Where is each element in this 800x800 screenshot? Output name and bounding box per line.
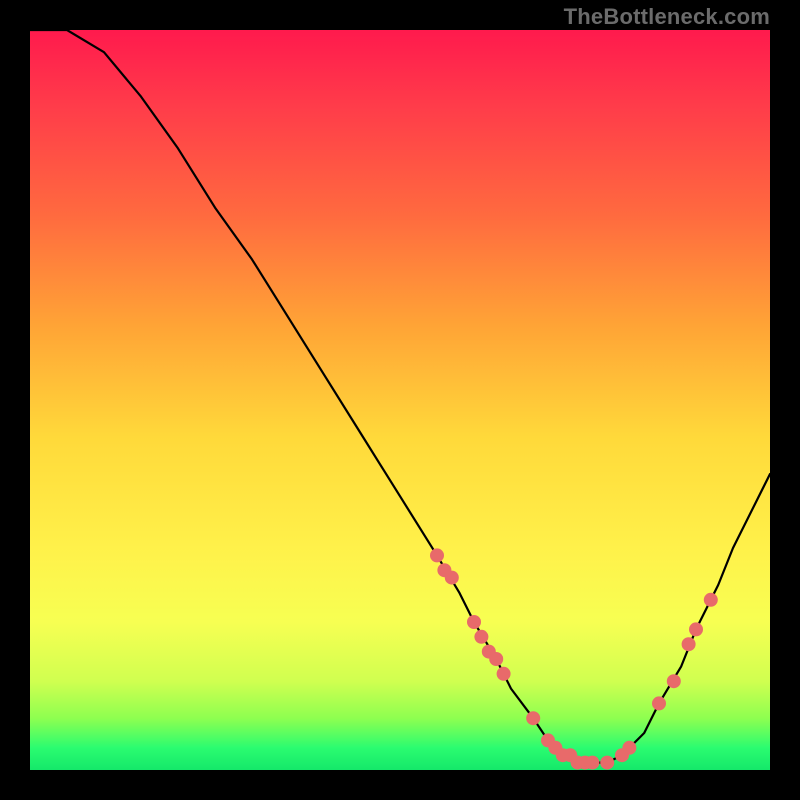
curve-marker [526,711,540,725]
curve-marker [585,756,599,770]
curve-marker [652,696,666,710]
plot-area [30,30,770,770]
curve-marker [704,593,718,607]
curve-marker [467,615,481,629]
curve-marker [600,756,614,770]
curve-marker [445,571,459,585]
curve-markers [430,548,718,769]
curve-marker [622,741,636,755]
curve-marker [667,674,681,688]
bottleneck-curve-svg [30,30,770,770]
curve-marker [682,637,696,651]
curve-marker [474,630,488,644]
curve-marker [489,652,503,666]
watermark-text: TheBottleneck.com [564,4,770,30]
chart-frame: TheBottleneck.com [0,0,800,800]
curve-marker [497,667,511,681]
curve-marker [430,548,444,562]
bottleneck-curve [30,30,770,763]
curve-marker [689,622,703,636]
